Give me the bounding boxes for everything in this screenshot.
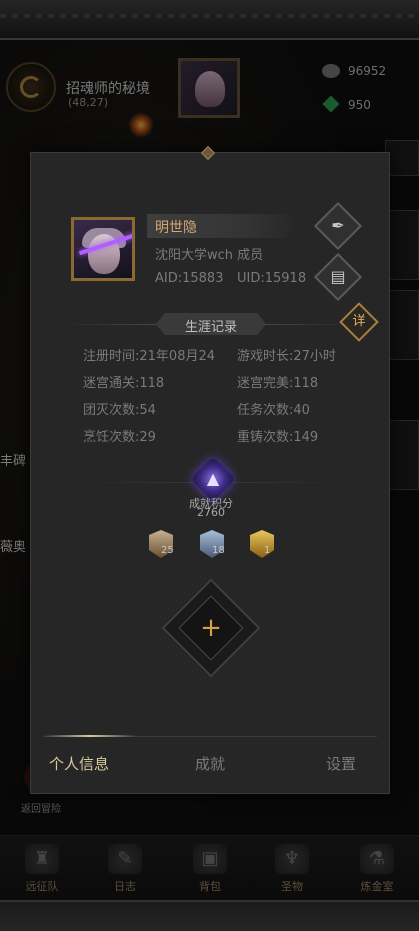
stat-label: 迷宫完美: (237, 376, 294, 391)
stat-play-time: 游戏时长:27小时 (237, 345, 336, 364)
profile-panel: 明世隐 沈阳大学wch 成员 AID:15883 UID:15918 ✒ ▤ 生… (30, 152, 390, 794)
stat-value: 40 (293, 403, 310, 418)
stat-reforge: 重铸次数:149 (237, 426, 318, 445)
silver-badge-count: 18 (212, 545, 225, 556)
achievement-emblem-icon[interactable]: ▲ (190, 456, 236, 502)
player-guild: 沈阳大学wch 成员 (155, 248, 264, 263)
stat-maze-perfect: 迷宫完美:118 (237, 372, 318, 391)
tab-settings[interactable]: 设置 (326, 753, 356, 774)
stat-quests: 任务次数:40 (237, 399, 310, 418)
edit-name-button[interactable]: ✒ (313, 201, 363, 251)
career-detail-label: 详 (352, 314, 366, 329)
stat-value: 27小时 (293, 349, 336, 364)
stat-maze-clear: 迷宫通关:118 (83, 372, 164, 391)
stat-value: 118 (139, 376, 165, 391)
stat-label: 游戏时长: (237, 349, 294, 364)
stat-label: 任务次数: (237, 403, 294, 418)
stat-label: 迷宫通关: (83, 376, 140, 391)
copy-id-button[interactable]: ▤ (313, 252, 363, 302)
player-name: 明世隐 (155, 220, 197, 236)
quill-icon: ✒ (331, 216, 345, 235)
stat-cooking: 烹饪次数:29 (83, 426, 156, 445)
achievement-score-value: 2760 (197, 506, 225, 519)
stat-label: 团灭次数: (83, 403, 140, 418)
stat-label: 重铸次数: (237, 430, 294, 445)
tab-personal-info[interactable]: 个人信息 (49, 753, 109, 774)
stat-label: 注册时间: (83, 349, 140, 364)
stat-value: 29 (139, 430, 156, 445)
scroll-icon: ▤ (330, 267, 346, 286)
career-detail-button[interactable]: 详 (339, 302, 379, 342)
stat-label: 烹饪次数: (83, 430, 140, 445)
bronze-badge-count: 25 (161, 545, 174, 556)
stat-value: 118 (293, 376, 319, 391)
player-aid: AID:15883 (155, 271, 224, 286)
gold-badge-icon[interactable] (250, 530, 274, 558)
career-title: 生涯记录 (184, 320, 237, 335)
tab-active-indicator (43, 735, 137, 737)
stat-value: 54 (139, 403, 156, 418)
gold-badge-count: 1 (264, 545, 271, 556)
stat-value: 21年08月24 (139, 349, 216, 364)
player-avatar[interactable] (71, 217, 135, 281)
stat-register-time: 注册时间:21年08月24 (83, 345, 215, 364)
add-showcase-button[interactable]: + (194, 611, 228, 645)
stat-wipes: 团灭次数:54 (83, 399, 156, 418)
stat-value: 149 (293, 430, 319, 445)
tab-achievements[interactable]: 成就 (195, 753, 225, 774)
player-uid: UID:15918 (237, 271, 307, 286)
